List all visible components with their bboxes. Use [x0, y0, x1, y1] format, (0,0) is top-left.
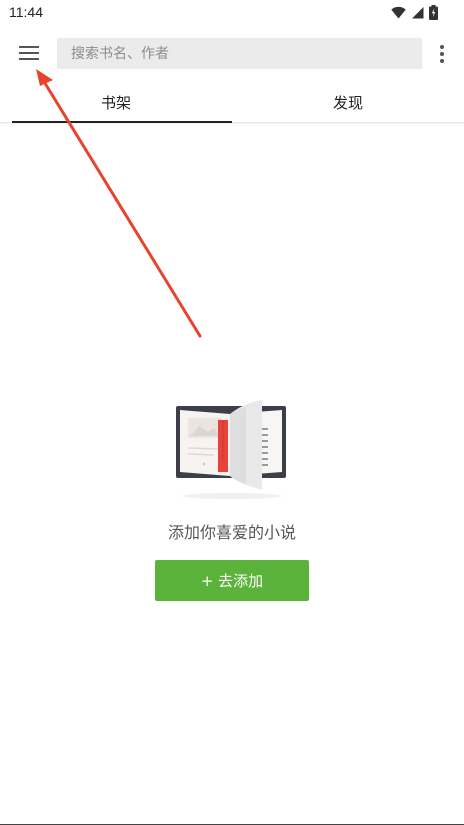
- more-vertical-icon: [440, 45, 444, 49]
- hamburger-menu-icon: [19, 46, 39, 60]
- status-bar: 11:44: [0, 0, 464, 26]
- search-box[interactable]: [57, 38, 422, 69]
- more-dot: [440, 52, 444, 56]
- status-icons: [391, 4, 438, 20]
- empty-message: 添加你喜爱的小说: [167, 523, 296, 542]
- signal-icon: [412, 6, 424, 18]
- battery-icon: [429, 4, 438, 20]
- tab-bar: 书架 发现: [0, 82, 464, 123]
- app-screen: 11:44 搜索书名、作者 书架 发现 添加你喜爱的小说 + 去添加: [0, 0, 464, 825]
- menu-button[interactable]: [10, 34, 48, 72]
- more-options-button[interactable]: [430, 40, 454, 68]
- tab-bookshelf[interactable]: 书架: [0, 82, 232, 123]
- status-time: 11:44: [9, 4, 43, 20]
- wifi-icon: [391, 6, 406, 18]
- open-book-icon: [176, 400, 286, 499]
- search-input[interactable]: [69, 44, 422, 63]
- tab-label: 发现: [332, 93, 363, 112]
- top-toolbar: [0, 26, 464, 82]
- add-button-label: + 去添加: [200, 572, 264, 590]
- tab-discover[interactable]: 发现: [232, 82, 464, 122]
- tab-label: 书架: [100, 93, 131, 112]
- more-dot: [440, 59, 444, 63]
- add-novel-button[interactable]: + 去添加: [155, 560, 309, 601]
